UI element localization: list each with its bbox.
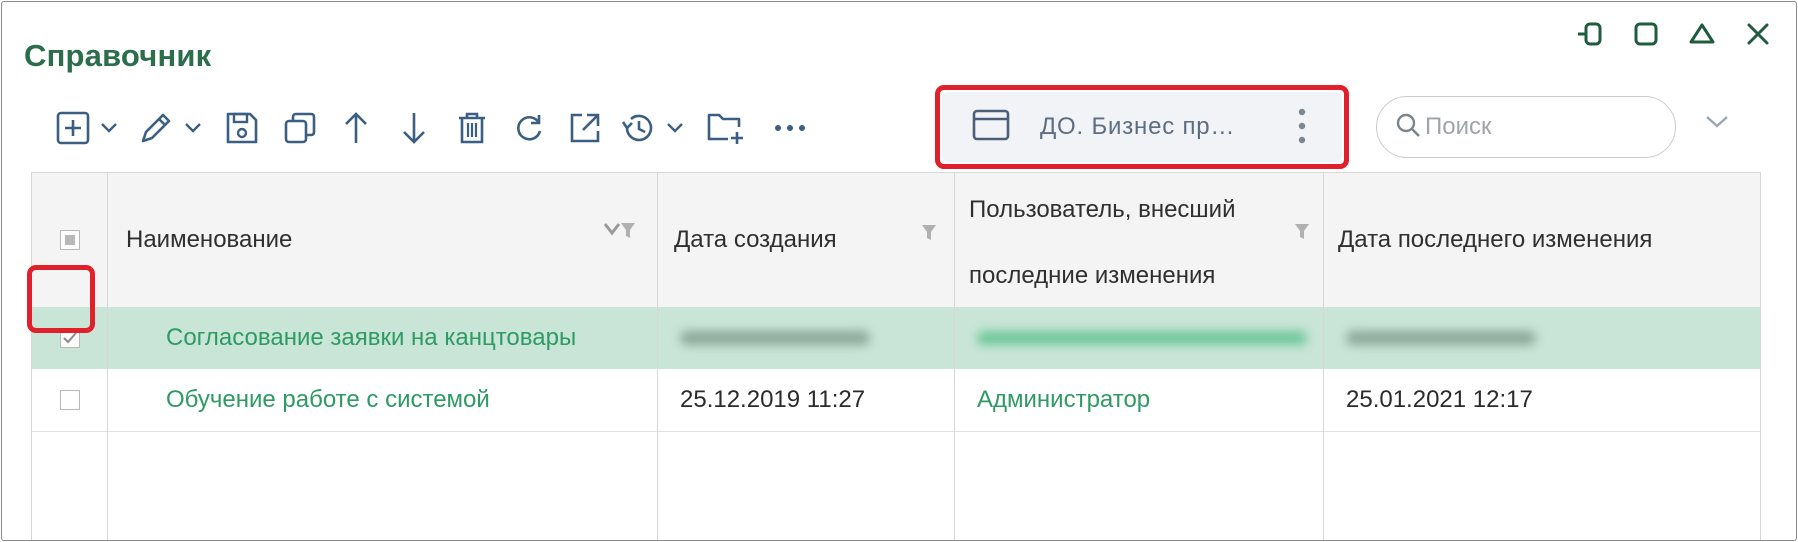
pin-icon[interactable] — [1574, 18, 1606, 50]
chevron-down-icon — [185, 123, 201, 133]
chevron-down-icon — [667, 123, 683, 133]
refresh-icon — [517, 115, 542, 141]
delete-button[interactable] — [444, 106, 500, 150]
data-grid: Наименование Дата создания Пользователь,… — [31, 172, 1761, 540]
select-all-checkbox[interactable] — [59, 230, 80, 250]
search-box[interactable] — [1376, 96, 1676, 158]
history-button[interactable] — [618, 106, 662, 150]
row-select-cell — [32, 369, 108, 431]
history-menu-button[interactable] — [662, 106, 688, 150]
filter-icon[interactable] — [1293, 201, 1311, 267]
search-expand-icon[interactable] — [1704, 114, 1730, 135]
move-up-button[interactable] — [328, 106, 384, 150]
save-icon — [226, 112, 258, 144]
table-row[interactable]: Согласование заявки на канцтовары — [32, 307, 1760, 370]
save-button[interactable] — [216, 106, 268, 150]
arrow-up-icon — [345, 112, 367, 143]
window-title: Справочник — [24, 38, 212, 73]
row-checkbox[interactable] — [59, 328, 80, 348]
row-created-blurred — [658, 307, 955, 369]
more-vertical-icon[interactable] — [1298, 107, 1306, 150]
table-header: Наименование Дата создания Пользователь,… — [32, 173, 1760, 308]
edit-menu-button[interactable] — [180, 106, 206, 150]
empty-grid-area — [32, 431, 1760, 540]
view-selector-label: ДО. Бизнес пр… — [1040, 113, 1236, 140]
column-header-created[interactable]: Дата создания — [658, 173, 955, 307]
select-all-cell — [32, 173, 108, 307]
more-button[interactable] — [764, 106, 816, 150]
row-modified-blurred — [1324, 307, 1760, 369]
row-modified: 25.01.2021 12:17 — [1346, 386, 1533, 413]
open-external-button[interactable] — [558, 106, 612, 150]
new-folder-button[interactable] — [700, 106, 752, 150]
close-icon[interactable] — [1742, 18, 1774, 50]
chevron-down-icon — [101, 123, 117, 133]
filter-icon[interactable] — [920, 221, 938, 249]
edit-pencil-icon — [141, 113, 171, 143]
history-icon — [621, 114, 653, 142]
new-folder-icon — [707, 113, 743, 144]
row-user-blurred — [955, 307, 1324, 369]
add-menu-button[interactable] — [96, 106, 122, 150]
row-user-link[interactable]: Администратор — [955, 369, 1324, 431]
sort-filter-icon[interactable] — [603, 219, 637, 247]
column-header-name[interactable]: Наименование — [108, 173, 658, 307]
collapse-icon[interactable] — [1686, 18, 1718, 50]
reference-window: Справочник ДО. Бизнес пр… Поиск Наименов… — [1, 1, 1797, 541]
row-select-cell — [32, 307, 108, 369]
column-header-modified[interactable]: Дата последнего изменения — [1324, 173, 1760, 307]
view-selector[interactable]: ДО. Бизнес пр… — [942, 92, 1342, 162]
refresh-button[interactable] — [502, 106, 556, 150]
more-horizontal-icon — [775, 125, 805, 131]
search-input[interactable] — [1425, 113, 1645, 141]
copy-icon — [284, 112, 316, 144]
maximize-icon[interactable] — [1630, 18, 1662, 50]
move-down-button[interactable] — [386, 106, 442, 150]
arrow-down-icon — [403, 113, 425, 144]
edit-button[interactable] — [132, 106, 180, 150]
add-icon — [56, 111, 90, 145]
add-button[interactable] — [50, 106, 96, 150]
window-controls — [1574, 18, 1774, 50]
row-created: 25.12.2019 11:27 — [658, 369, 955, 431]
toolbar — [50, 102, 816, 154]
row-checkbox[interactable] — [59, 390, 80, 410]
window-layout-icon — [972, 109, 1010, 146]
open-external-icon — [570, 113, 600, 143]
row-name-link[interactable]: Обучение работе с системой — [108, 369, 658, 431]
search-icon — [1395, 112, 1421, 143]
delete-icon — [459, 112, 485, 144]
column-header-user[interactable]: Пользователь, внесший последние изменени… — [955, 173, 1324, 307]
row-name-link[interactable]: Согласование заявки на канцтовары — [108, 307, 658, 369]
table-row[interactable]: Обучение работе с системой 25.12.2019 11… — [32, 369, 1760, 432]
copy-button[interactable] — [274, 106, 326, 150]
